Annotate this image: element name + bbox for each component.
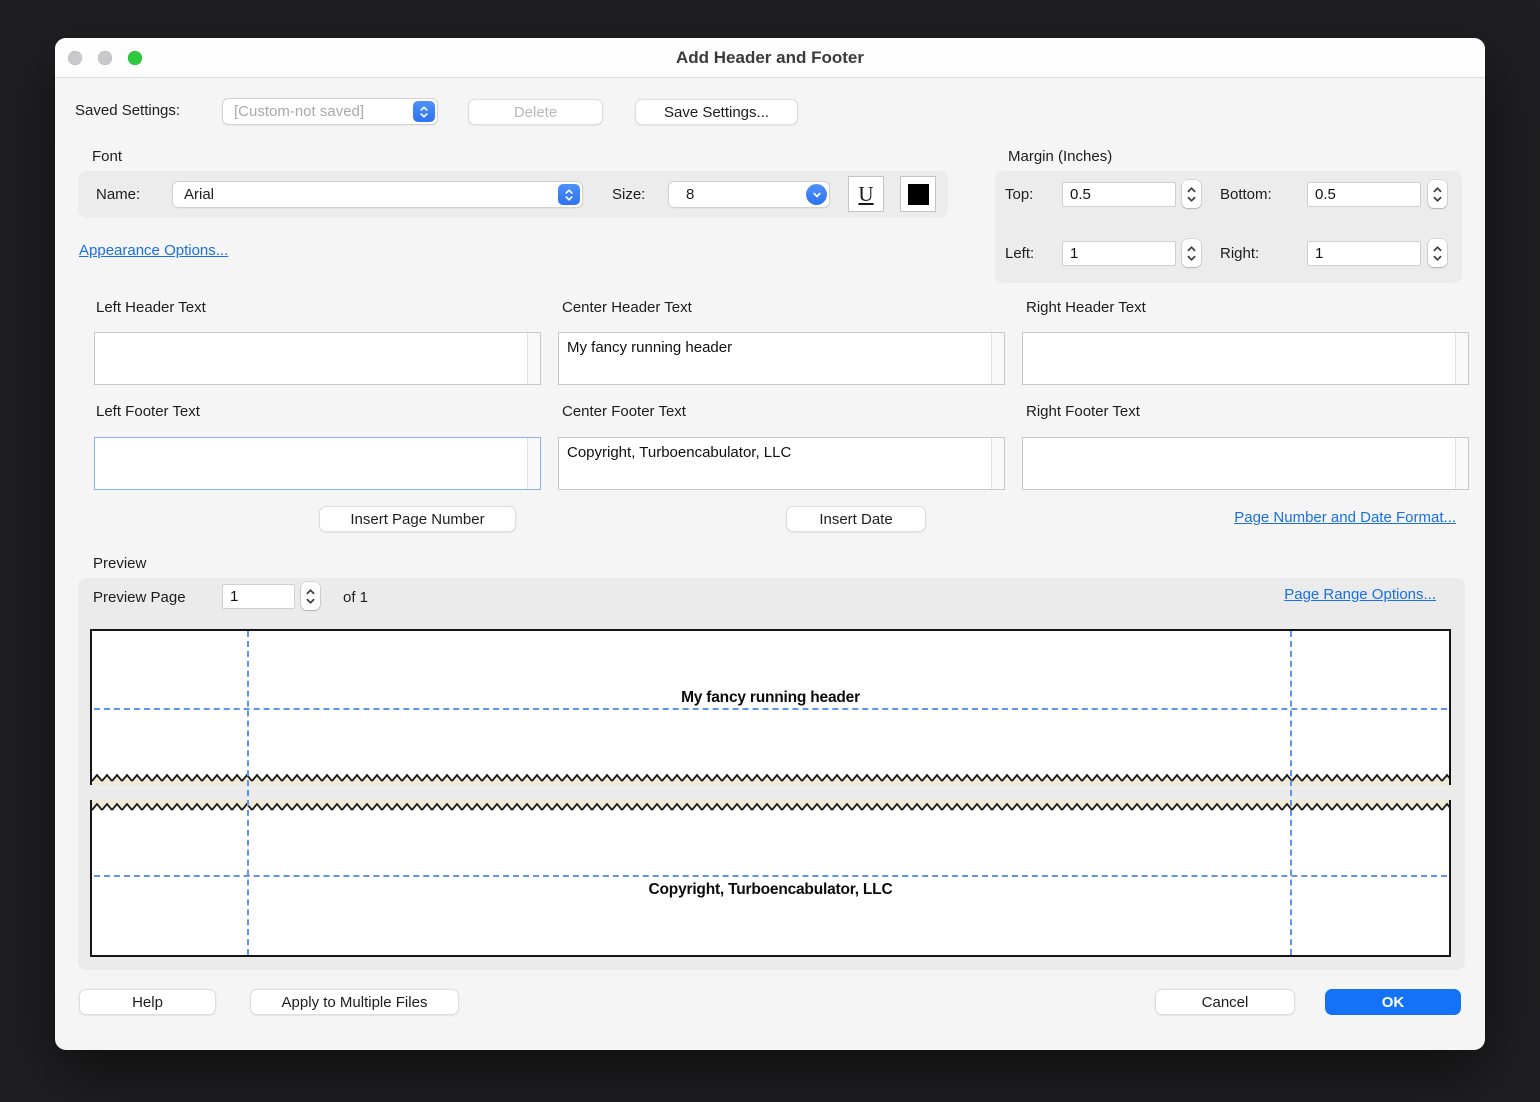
preview-page-input[interactable] (222, 584, 295, 609)
stepper-down-icon (1432, 195, 1443, 203)
ok-button[interactable]: OK (1325, 989, 1461, 1015)
stepper-down-icon (1432, 254, 1443, 262)
stepper-down-icon (1186, 195, 1197, 203)
textarea-scrollbar[interactable] (527, 438, 540, 489)
add-header-footer-dialog: Add Header and Footer Saved Settings: [C… (55, 38, 1485, 1050)
appearance-options-link[interactable]: Appearance Options... (79, 242, 228, 259)
minimize-button[interactable] (98, 51, 112, 65)
stepper-down-icon (305, 597, 316, 605)
saved-settings-dropdown[interactable]: [Custom-not saved] (222, 98, 438, 125)
page-range-options-link[interactable]: Page Range Options... (1284, 586, 1436, 603)
margin-top-stepper[interactable] (1182, 180, 1201, 208)
stepper-up-icon (1432, 245, 1443, 253)
stepper-up-icon (305, 588, 316, 596)
left-footer-field-wrap (94, 437, 541, 490)
delete-button[interactable]: Delete (468, 99, 603, 125)
preview-header-text: My fancy running header (92, 689, 1449, 707)
left-header-field-wrap (94, 332, 541, 385)
close-button[interactable] (68, 51, 82, 65)
stepper-up-icon (1186, 245, 1197, 253)
left-footer-field[interactable] (95, 438, 526, 489)
left-footer-label: Left Footer Text (96, 403, 200, 420)
margin-right-stepper[interactable] (1428, 239, 1447, 267)
center-footer-field-wrap: Copyright, Turboencabulator, LLC (558, 437, 1005, 490)
font-size-combo[interactable]: 8 (668, 181, 830, 208)
center-footer-field[interactable]: Copyright, Turboencabulator, LLC (559, 438, 990, 489)
preview-page-label: Preview Page (93, 589, 186, 606)
dropdown-updown-icon (413, 101, 435, 122)
saved-settings-value: [Custom-not saved] (234, 103, 364, 120)
margin-bottom-stepper[interactable] (1428, 180, 1447, 208)
right-header-field[interactable] (1023, 333, 1454, 384)
right-header-field-wrap (1022, 332, 1469, 385)
preview-page-stepper[interactable] (301, 582, 320, 610)
center-header-field-wrap: My fancy running header (558, 332, 1005, 385)
right-header-label: Right Header Text (1026, 299, 1146, 316)
bottom-margin-guide (94, 875, 1447, 877)
font-name-label: Name: (96, 186, 140, 203)
font-name-value: Arial (184, 186, 214, 203)
help-button[interactable]: Help (79, 989, 216, 1015)
stepper-down-icon (1186, 254, 1197, 262)
margin-right-input[interactable] (1307, 241, 1421, 266)
textarea-scrollbar[interactable] (1455, 333, 1468, 384)
underline-button[interactable]: U (848, 176, 884, 212)
chevron-down-icon (806, 184, 827, 205)
font-name-dropdown[interactable]: Arial (172, 181, 583, 208)
color-swatch-icon (908, 184, 929, 205)
right-footer-label: Right Footer Text (1026, 403, 1140, 420)
cancel-button[interactable]: Cancel (1155, 989, 1295, 1015)
font-section-label: Font (92, 148, 122, 165)
textarea-scrollbar[interactable] (991, 438, 1004, 489)
left-margin-guide (247, 631, 249, 955)
margin-top-label: Top: (1005, 186, 1055, 203)
apply-to-multiple-files-button[interactable]: Apply to Multiple Files (250, 989, 459, 1015)
margin-section-label: Margin (Inches) (1008, 148, 1112, 165)
center-footer-label: Center Footer Text (562, 403, 686, 420)
insert-date-button[interactable]: Insert Date (786, 506, 926, 532)
preview-page-top-section: My fancy running header (90, 629, 1451, 785)
margin-bottom-input[interactable] (1307, 182, 1421, 207)
dropdown-updown-icon (558, 184, 580, 205)
torn-edge-icon (92, 773, 1449, 785)
font-size-label: Size: (612, 186, 645, 203)
zoom-button[interactable] (128, 51, 142, 65)
left-header-field[interactable] (95, 333, 526, 384)
preview-page-area: My fancy running header (90, 629, 1451, 957)
margin-bottom-label: Bottom: (1220, 186, 1300, 203)
margin-left-stepper[interactable] (1182, 239, 1201, 267)
insert-page-number-button[interactable]: Insert Page Number (319, 506, 516, 532)
margin-top-input[interactable] (1062, 182, 1176, 207)
preview-footer-text: Copyright, Turboencabulator, LLC (92, 881, 1449, 899)
top-margin-guide (94, 708, 1447, 710)
font-color-button[interactable] (900, 176, 936, 212)
textarea-scrollbar[interactable] (1455, 438, 1468, 489)
center-header-label: Center Header Text (562, 299, 692, 316)
left-header-label: Left Header Text (96, 299, 206, 316)
dialog-title: Add Header and Footer (55, 38, 1485, 78)
page-number-date-format-link[interactable]: Page Number and Date Format... (1234, 509, 1456, 526)
textarea-scrollbar[interactable] (991, 333, 1004, 384)
preview-of-label: of 1 (343, 589, 368, 606)
right-footer-field-wrap (1022, 437, 1469, 490)
right-margin-guide (1290, 631, 1292, 955)
stepper-up-icon (1432, 186, 1443, 194)
save-settings-button[interactable]: Save Settings... (635, 99, 798, 125)
saved-settings-label: Saved Settings: (75, 102, 180, 119)
preview-section-label: Preview (93, 555, 146, 572)
margin-left-input[interactable] (1062, 241, 1176, 266)
stepper-up-icon (1186, 186, 1197, 194)
margin-right-label: Right: (1220, 245, 1300, 262)
torn-edge-icon (92, 800, 1449, 812)
titlebar: Add Header and Footer (55, 38, 1485, 78)
center-header-field[interactable]: My fancy running header (559, 333, 990, 384)
textarea-scrollbar[interactable] (527, 333, 540, 384)
font-size-value: 8 (686, 186, 694, 203)
margin-left-label: Left: (1005, 245, 1055, 262)
right-footer-field[interactable] (1023, 438, 1454, 489)
preview-page-bottom-section: Copyright, Turboencabulator, LLC (90, 800, 1451, 957)
